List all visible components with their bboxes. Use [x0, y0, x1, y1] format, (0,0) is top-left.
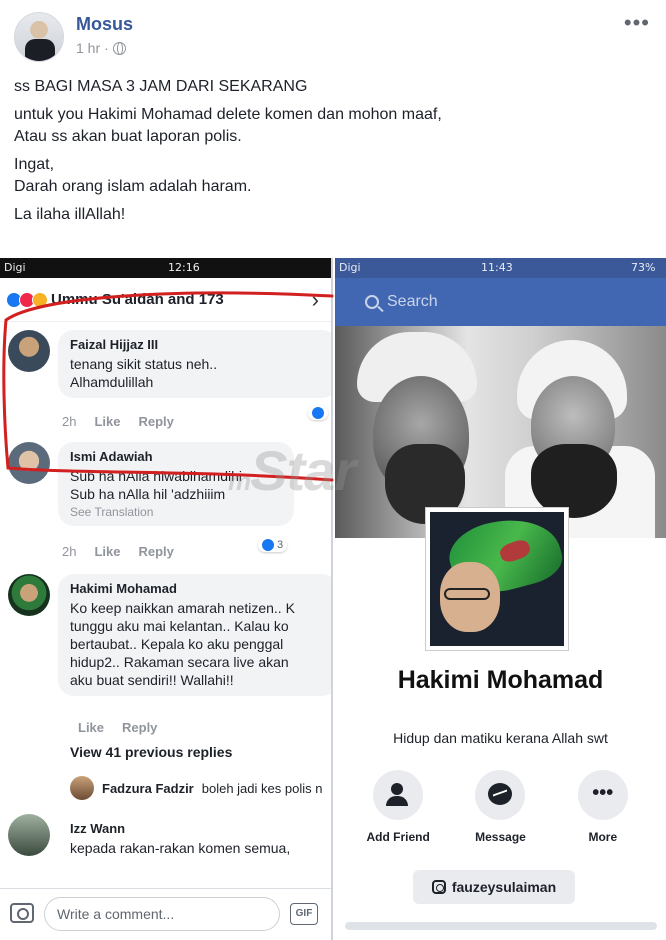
reactions-summary: Ummu Su'aidah and 173	[51, 291, 224, 308]
commenter-name[interactable]: Ismi Adawiah	[70, 449, 282, 464]
post-line: untuk you Hakimi Mohamad delete komen da…	[14, 106, 442, 123]
post-line: ss BAGI MASA 3 JAM DARI SEKARANG	[14, 78, 308, 95]
reply-button[interactable]: Reply	[122, 720, 157, 735]
post-body: ss BAGI MASA 3 JAM DARI SEKARANG untuk y…	[14, 76, 442, 232]
message-button[interactable]: Message	[460, 770, 540, 844]
comment-input[interactable]: Write a comment...	[44, 897, 280, 931]
facebook-post: Mosus 1 hr · ••• ss BAGI MASA 3 JAM DARI…	[0, 0, 666, 258]
author-name[interactable]: Mosus	[76, 14, 133, 35]
comment-age: 2h	[62, 414, 77, 429]
commenter-name[interactable]: Hakimi Mohamad	[70, 581, 326, 596]
globe-icon	[112, 41, 126, 55]
like-button[interactable]: Like	[94, 414, 120, 429]
gif-button[interactable]: GIF	[290, 903, 318, 925]
instagram-link[interactable]: fauzeysulaiman	[413, 870, 575, 904]
camera-icon[interactable]	[10, 903, 34, 923]
comment-text: kepada rakan-rakan komen semua,	[70, 840, 291, 856]
clock: 11:43	[481, 261, 513, 274]
post-line: Darah orang islam adalah haram.	[14, 178, 252, 195]
comment-actions: Like Reply	[78, 720, 157, 735]
comment-reaction-badge[interactable]	[308, 406, 328, 420]
status-bar: Digi 12:16	[0, 258, 331, 278]
reply-avatar	[70, 776, 94, 800]
comment-age: 2h	[62, 544, 77, 559]
comment-bubble: Hakimi Mohamad Ko keep naikkan amarah ne…	[58, 574, 331, 696]
profile-name: Hakimi Mohamad	[397, 666, 604, 694]
profile-actions: Add Friend Message ••• More	[335, 770, 666, 844]
commenter-avatar[interactable]	[8, 574, 50, 616]
comment-composer: Write a comment... GIF	[0, 888, 331, 940]
author-avatar[interactable]	[14, 12, 64, 62]
comment-actions: 2h Like Reply	[62, 414, 174, 429]
carrier-label: Digi	[4, 261, 26, 274]
search-label: Search	[387, 293, 438, 310]
message-label: Message	[475, 830, 526, 844]
profile-screenshot: Digi 11:43 73% Search Hakimi Mohamad Hid…	[335, 258, 666, 940]
reply-preview[interactable]: Fadzura Fadzir boleh jadi kes polis n	[70, 776, 322, 800]
comment-reaction-badge[interactable]: 3	[258, 538, 288, 552]
instagram-icon	[431, 880, 446, 894]
post-meta: 1 hr ·	[76, 40, 126, 56]
reply-button[interactable]: Reply	[138, 544, 173, 559]
reaction-count: 3	[277, 539, 284, 551]
search-bar[interactable]: Search	[335, 278, 666, 326]
more-button[interactable]: ••• More	[563, 770, 643, 844]
profile-bio: Hidup dan matiku kerana Allah swt	[393, 730, 608, 746]
post-line: La ilaha illAllah!	[14, 206, 126, 223]
messenger-icon	[475, 770, 526, 820]
reply-button[interactable]: Reply	[138, 414, 173, 429]
comment-bubble: Faizal Hijjaz III tenang sikit status ne…	[58, 330, 331, 398]
wow-reaction-icon	[32, 291, 48, 308]
like-icon	[312, 407, 324, 419]
commenter-name[interactable]: Izz Wann	[70, 821, 326, 836]
post-time[interactable]: 1 hr	[76, 40, 100, 56]
add-friend-icon	[373, 770, 424, 820]
more-label: More	[588, 830, 618, 844]
comment-text: Ko keep naikkan amarah netizen.. K tungg…	[70, 600, 295, 688]
commenter-avatar[interactable]	[8, 330, 50, 372]
cover-photo[interactable]	[335, 326, 666, 538]
battery-level: 73%	[631, 261, 656, 274]
post-options-button[interactable]: •••	[624, 10, 650, 36]
add-friend-label: Add Friend	[366, 830, 430, 844]
comment-bubble: Izz Wann kepada rakan-rakan komen semua,	[58, 814, 331, 864]
like-icon	[262, 539, 274, 551]
more-icon: •••	[577, 770, 628, 820]
reply-author: Fadzura Fadzir	[102, 780, 194, 796]
chevron-right-icon[interactable]: ›	[312, 287, 319, 313]
reaction-icons	[6, 291, 48, 308]
post-line: Atau ss akan buat laporan polis.	[14, 128, 242, 145]
comment-text: tenang sikit status neh.. Alhamdulillah	[70, 356, 218, 390]
add-friend-button[interactable]: Add Friend	[358, 770, 438, 844]
divider	[345, 922, 657, 930]
status-bar: Digi 11:43 73%	[335, 258, 666, 278]
commenter-avatar[interactable]	[8, 814, 50, 856]
profile-picture[interactable]	[426, 508, 568, 650]
search-icon	[365, 295, 379, 309]
comment-bubble: Ismi Adawiah Sub ha nAlla hiwabihamdihi …	[58, 442, 294, 526]
comment-text: Sub ha nAlla hiwabihamdihi Sub ha nAlla …	[70, 468, 242, 502]
commenter-name[interactable]: Faizal Hijjaz III	[70, 337, 326, 352]
commenter-avatar[interactable]	[8, 442, 50, 484]
comment-actions: 2h Like Reply	[62, 544, 174, 559]
carrier-label: Digi	[339, 261, 361, 274]
see-translation-link[interactable]: See Translation	[70, 505, 282, 519]
like-button[interactable]: Like	[94, 544, 120, 559]
comments-screenshot: Digi 12:16 Ummu Su'aidah and 173 › Faiza…	[0, 258, 333, 940]
clock: 12:16	[168, 261, 200, 274]
view-previous-replies-link[interactable]: View 41 previous replies	[70, 744, 232, 760]
post-line: Ingat,	[14, 156, 55, 173]
instagram-handle: fauzeysulaiman	[451, 879, 557, 895]
reply-text: boleh jadi kes polis n	[201, 780, 323, 796]
like-button[interactable]: Like	[78, 720, 104, 735]
reactions-bar[interactable]: Ummu Su'aidah and 173 ›	[0, 278, 331, 322]
